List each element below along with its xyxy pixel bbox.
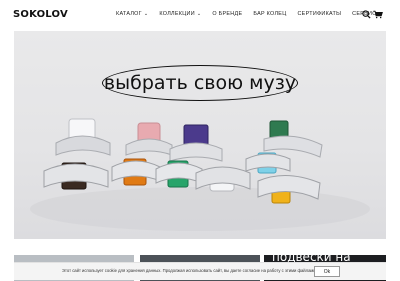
ring-clear-back-left xyxy=(55,118,111,156)
nav-about-label: О БРЕНДЕ xyxy=(212,11,243,17)
nav-collections[interactable]: КОЛЛЕКЦИИ ⌄ xyxy=(159,11,201,17)
nav-about[interactable]: О БРЕНДЕ xyxy=(212,11,242,17)
cookie-text: Этот сайт использует cookie для хранения… xyxy=(62,268,317,273)
cookie-banner: Этот сайт использует cookie для хранения… xyxy=(14,262,386,280)
chevron-down-icon: ⌄ xyxy=(196,11,202,17)
brand-logo[interactable]: SOKOLOV xyxy=(13,9,68,20)
hero-banner[interactable]: выбрать свою музу xyxy=(14,31,386,239)
cart-icon[interactable] xyxy=(373,10,383,19)
ring-smoky-quartz xyxy=(43,162,109,190)
hero-title: выбрать свою музу xyxy=(103,72,297,94)
nav-collections-label: КОЛЛЕКЦИИ xyxy=(159,11,195,17)
nav-catalog-label: КАТАЛОГ xyxy=(116,11,142,17)
nav-catalog[interactable]: КАТАЛОГ ⌄ xyxy=(116,11,148,17)
ring-topaz-blue xyxy=(245,152,291,174)
site-header: SOKOLOV КАТАЛОГ ⌄ КОЛЛЕКЦИИ ⌄ О БРЕНДЕ Б… xyxy=(0,0,400,30)
ring-purple-back xyxy=(169,124,223,162)
ring-pink-back xyxy=(125,122,173,156)
ring-citrine xyxy=(111,158,161,186)
nav-ring-bar-label: БАР КОЛЕЦ xyxy=(253,11,287,17)
nav-ring-bar[interactable]: БАР КОЛЕЦ xyxy=(253,11,286,17)
chevron-down-icon: ⌄ xyxy=(143,11,149,17)
ring-emerald xyxy=(155,160,203,188)
main-nav: КАТАЛОГ ⌄ КОЛЛЕКЦИИ ⌄ О БРЕНДЕ БАР КОЛЕЦ… xyxy=(116,11,394,17)
rings-image xyxy=(30,118,370,231)
nav-certificates[interactable]: СЕРТИФИКАТЫ xyxy=(297,11,341,17)
ring-green-back-right xyxy=(263,120,323,158)
search-icon[interactable] xyxy=(362,10,371,19)
nav-certificates-label: СЕРТИФИКАТЫ xyxy=(297,11,342,17)
cookie-ok-button[interactable]: Ok xyxy=(314,266,340,277)
